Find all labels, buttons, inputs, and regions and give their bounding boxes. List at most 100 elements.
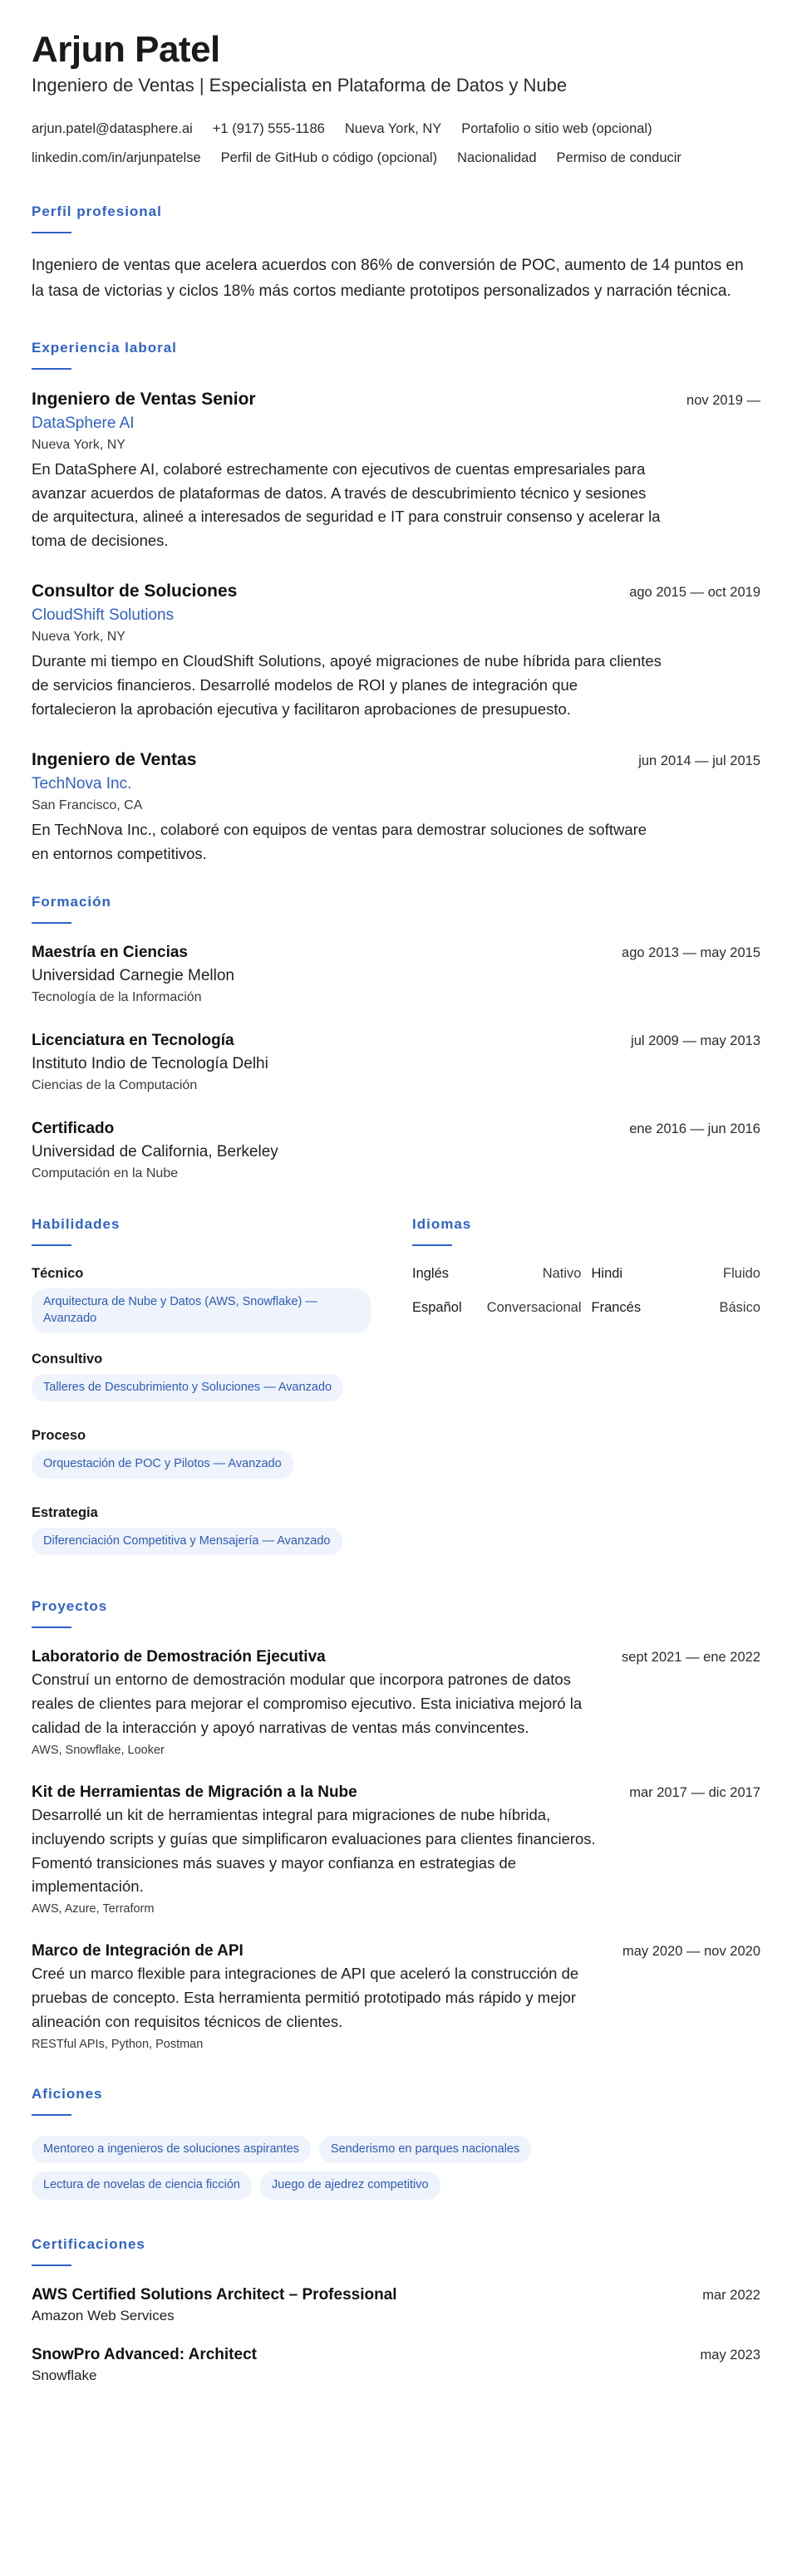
school-name: Instituto Indio de Tecnología Delhi: [32, 1055, 268, 1073]
project-name: Laboratorio de Demostración Ejecutiva: [32, 1648, 326, 1666]
section-title: Idiomas: [412, 1216, 472, 1233]
job-dates: ago 2015 — oct 2019: [629, 585, 760, 601]
certification-name: SnowPro Advanced: Architect: [32, 2345, 257, 2363]
certification-date: mar 2022: [702, 2287, 760, 2303]
hobby-chip: Senderismo en parques nacionales: [318, 2135, 532, 2164]
project-tech: RESTful APIs, Python, Postman: [32, 2037, 204, 2051]
education-item: Maestría en Ciencias ago 2013 — may 2015…: [32, 944, 760, 1005]
degree-title: Licenciatura en Tecnología: [32, 1032, 234, 1050]
section-title: Habilidades: [32, 1216, 121, 1233]
language-name: Inglés: [412, 1266, 450, 1282]
hobby-chip: Lectura de novelas de ciencia ficción: [32, 2171, 252, 2200]
section-divider: [32, 2113, 71, 2116]
skill-group-name: Consultivo: [32, 1351, 103, 1367]
skill-chip: Arquitectura de Nube y Datos (AWS, Snowf…: [32, 1288, 371, 1333]
contact-row-secondary: linkedin.com/in/arjunpatelse Perfil de G…: [32, 147, 760, 169]
contact-phone[interactable]: +1 (917) 555-1186: [213, 118, 325, 140]
projects-section: Proyectos Laboratorio de Demostración Ej…: [32, 1598, 760, 2051]
job-description: En TechNova Inc., colaboré con equipos d…: [32, 820, 647, 862]
language-item: Francés Básico: [592, 1300, 761, 1316]
language-name: Francés: [591, 1300, 642, 1316]
certification-issuer: Amazon Web Services: [32, 2307, 175, 2323]
contact-row-primary: arjun.patel@datasphere.ai +1 (917) 555-1…: [32, 118, 760, 140]
field-of-study: Tecnología de la Información: [32, 990, 202, 1005]
contact-linkedin[interactable]: linkedin.com/in/arjunpatelse: [32, 147, 201, 169]
job-description: En DataSphere AI, colaboré estrechamente…: [32, 459, 661, 550]
skill-group: Estrategia Diferenciación Competitiva y …: [32, 1505, 379, 1564]
candidate-headline: Ingeniero de Ventas | Especialista en Pl…: [32, 75, 568, 96]
hobby-chip: Mentoreo a ingenieros de soluciones aspi…: [32, 2135, 311, 2164]
project-name: Kit de Herramientas de Migración a la Nu…: [32, 1783, 357, 1801]
education-dates: jul 2009 — may 2013: [631, 1033, 760, 1049]
skill-chip: Diferenciación Competitiva y Mensajería …: [32, 1527, 342, 1556]
certification-date: may 2023: [700, 2347, 760, 2363]
degree-title: Certificado: [32, 1120, 115, 1138]
section-title: Certificaciones: [32, 2235, 145, 2252]
project-dates: mar 2017 — dic 2017: [629, 1784, 760, 1800]
job-title: Consultor de Soluciones: [32, 581, 238, 601]
skill-group-name: Técnico: [32, 1266, 84, 1282]
company-name: DataSphere AI: [32, 414, 135, 432]
project-description: Desarrollé un kit de herramientas integr…: [32, 1805, 596, 1896]
job-dates: jun 2014 — jul 2015: [638, 753, 760, 768]
skill-group: Técnico Arquitectura de Nube y Datos (AW…: [32, 1266, 379, 1333]
language-level: Fluido: [723, 1266, 760, 1282]
experience-item: Ingeniero de Ventas jun 2014 — jul 2015 …: [32, 750, 760, 866]
experience-item: Ingeniero de Ventas Senior nov 2019 — Da…: [32, 390, 760, 553]
hobby-chip: Juego de ajedrez competitivo: [259, 2171, 440, 2200]
contact-location: Nueva York, NY: [344, 121, 442, 137]
skill-chip: Talleres de Descubrimiento y Soluciones …: [32, 1373, 344, 1402]
section-divider: [32, 2264, 71, 2266]
education-section: Formación Maestría en Ciencias ago 2013 …: [32, 894, 760, 1181]
section-title: Perfil profesional: [32, 204, 162, 220]
skills-languages-row: Habilidades Técnico Arquitectura de Nube…: [32, 1216, 760, 1563]
section-title: Proyectos: [32, 1598, 108, 1615]
company-name: CloudShift Solutions: [32, 606, 175, 625]
skill-group: Proceso Orquestación de POC y Pilotos — …: [32, 1428, 379, 1487]
language-item: Inglés Nativo: [412, 1266, 582, 1282]
language-item: Español Conversacional: [412, 1300, 582, 1316]
job-description: Durante mi tiempo en CloudShift Solution…: [32, 652, 662, 718]
skill-group-name: Estrategia: [32, 1504, 98, 1520]
section-divider: [32, 922, 71, 925]
project-item: Laboratorio de Demostración Ejecutiva se…: [32, 1648, 760, 1757]
resume-header: Arjun Patel Ingeniero de Ventas | Especi…: [32, 29, 760, 169]
contact-github[interactable]: Perfil de GitHub o código (opcional): [221, 147, 437, 169]
experience-item: Consultor de Soluciones ago 2015 — oct 2…: [32, 581, 760, 722]
education-item: Licenciatura en Tecnología jul 2009 — ma…: [32, 1032, 760, 1093]
section-title: Experiencia laboral: [32, 339, 177, 356]
certification-name: AWS Certified Solutions Architect – Prof…: [32, 2285, 397, 2304]
project-tech: AWS, Snowflake, Looker: [32, 1743, 165, 1757]
hobbies-section: Aficiones Mentoreo a ingenieros de soluc…: [32, 2086, 760, 2208]
field-of-study: Ciencias de la Computación: [32, 1078, 198, 1093]
certifications-section: Certificaciones AWS Certified Solutions …: [32, 2236, 760, 2384]
school-name: Universidad Carnegie Mellon: [32, 967, 234, 985]
certification-item: SnowPro Advanced: Architect may 2023 Sno…: [32, 2346, 760, 2384]
section-divider: [32, 232, 71, 234]
skills-section: Habilidades Técnico Arquitectura de Nube…: [32, 1216, 379, 1563]
language-name: Español: [412, 1300, 462, 1316]
project-tech: AWS, Azure, Terraform: [32, 1902, 155, 1916]
section-title: Aficiones: [32, 2085, 103, 2102]
education-dates: ene 2016 — jun 2016: [629, 1121, 760, 1137]
project-name: Marco de Integración de API: [32, 1942, 244, 1960]
job-title: Ingeniero de Ventas Senior: [32, 389, 256, 409]
summary-section: Perfil profesional Ingeniero de ventas q…: [32, 204, 760, 305]
contact-portfolio[interactable]: Portafolio o sitio web (opcional): [461, 118, 652, 140]
project-description: Creé un marco flexible para integracione…: [32, 1965, 579, 2030]
degree-title: Maestría en Ciencias: [32, 944, 188, 962]
certification-issuer: Snowflake: [32, 2367, 97, 2383]
language-name: Hindi: [591, 1266, 623, 1282]
candidate-name: Arjun Patel: [32, 29, 220, 70]
company-name: TechNova Inc.: [32, 774, 132, 792]
school-name: Universidad de California, Berkeley: [32, 1143, 278, 1161]
skill-chip: Orquestación de POC y Pilotos — Avanzado: [32, 1450, 293, 1479]
skill-group: Consultivo Talleres de Descubrimiento y …: [32, 1352, 379, 1411]
certification-item: AWS Certified Solutions Architect – Prof…: [32, 2286, 760, 2324]
job-dates: nov 2019 —: [686, 392, 760, 408]
job-location: San Francisco, CA: [32, 797, 143, 812]
project-dates: sept 2021 — ene 2022: [622, 1650, 760, 1666]
hobbies-list: Mentoreo a ingenieros de soluciones aspi…: [32, 2135, 760, 2208]
contact-email[interactable]: arjun.patel@datasphere.ai: [32, 118, 193, 140]
job-location: Nueva York, NY: [32, 437, 125, 452]
